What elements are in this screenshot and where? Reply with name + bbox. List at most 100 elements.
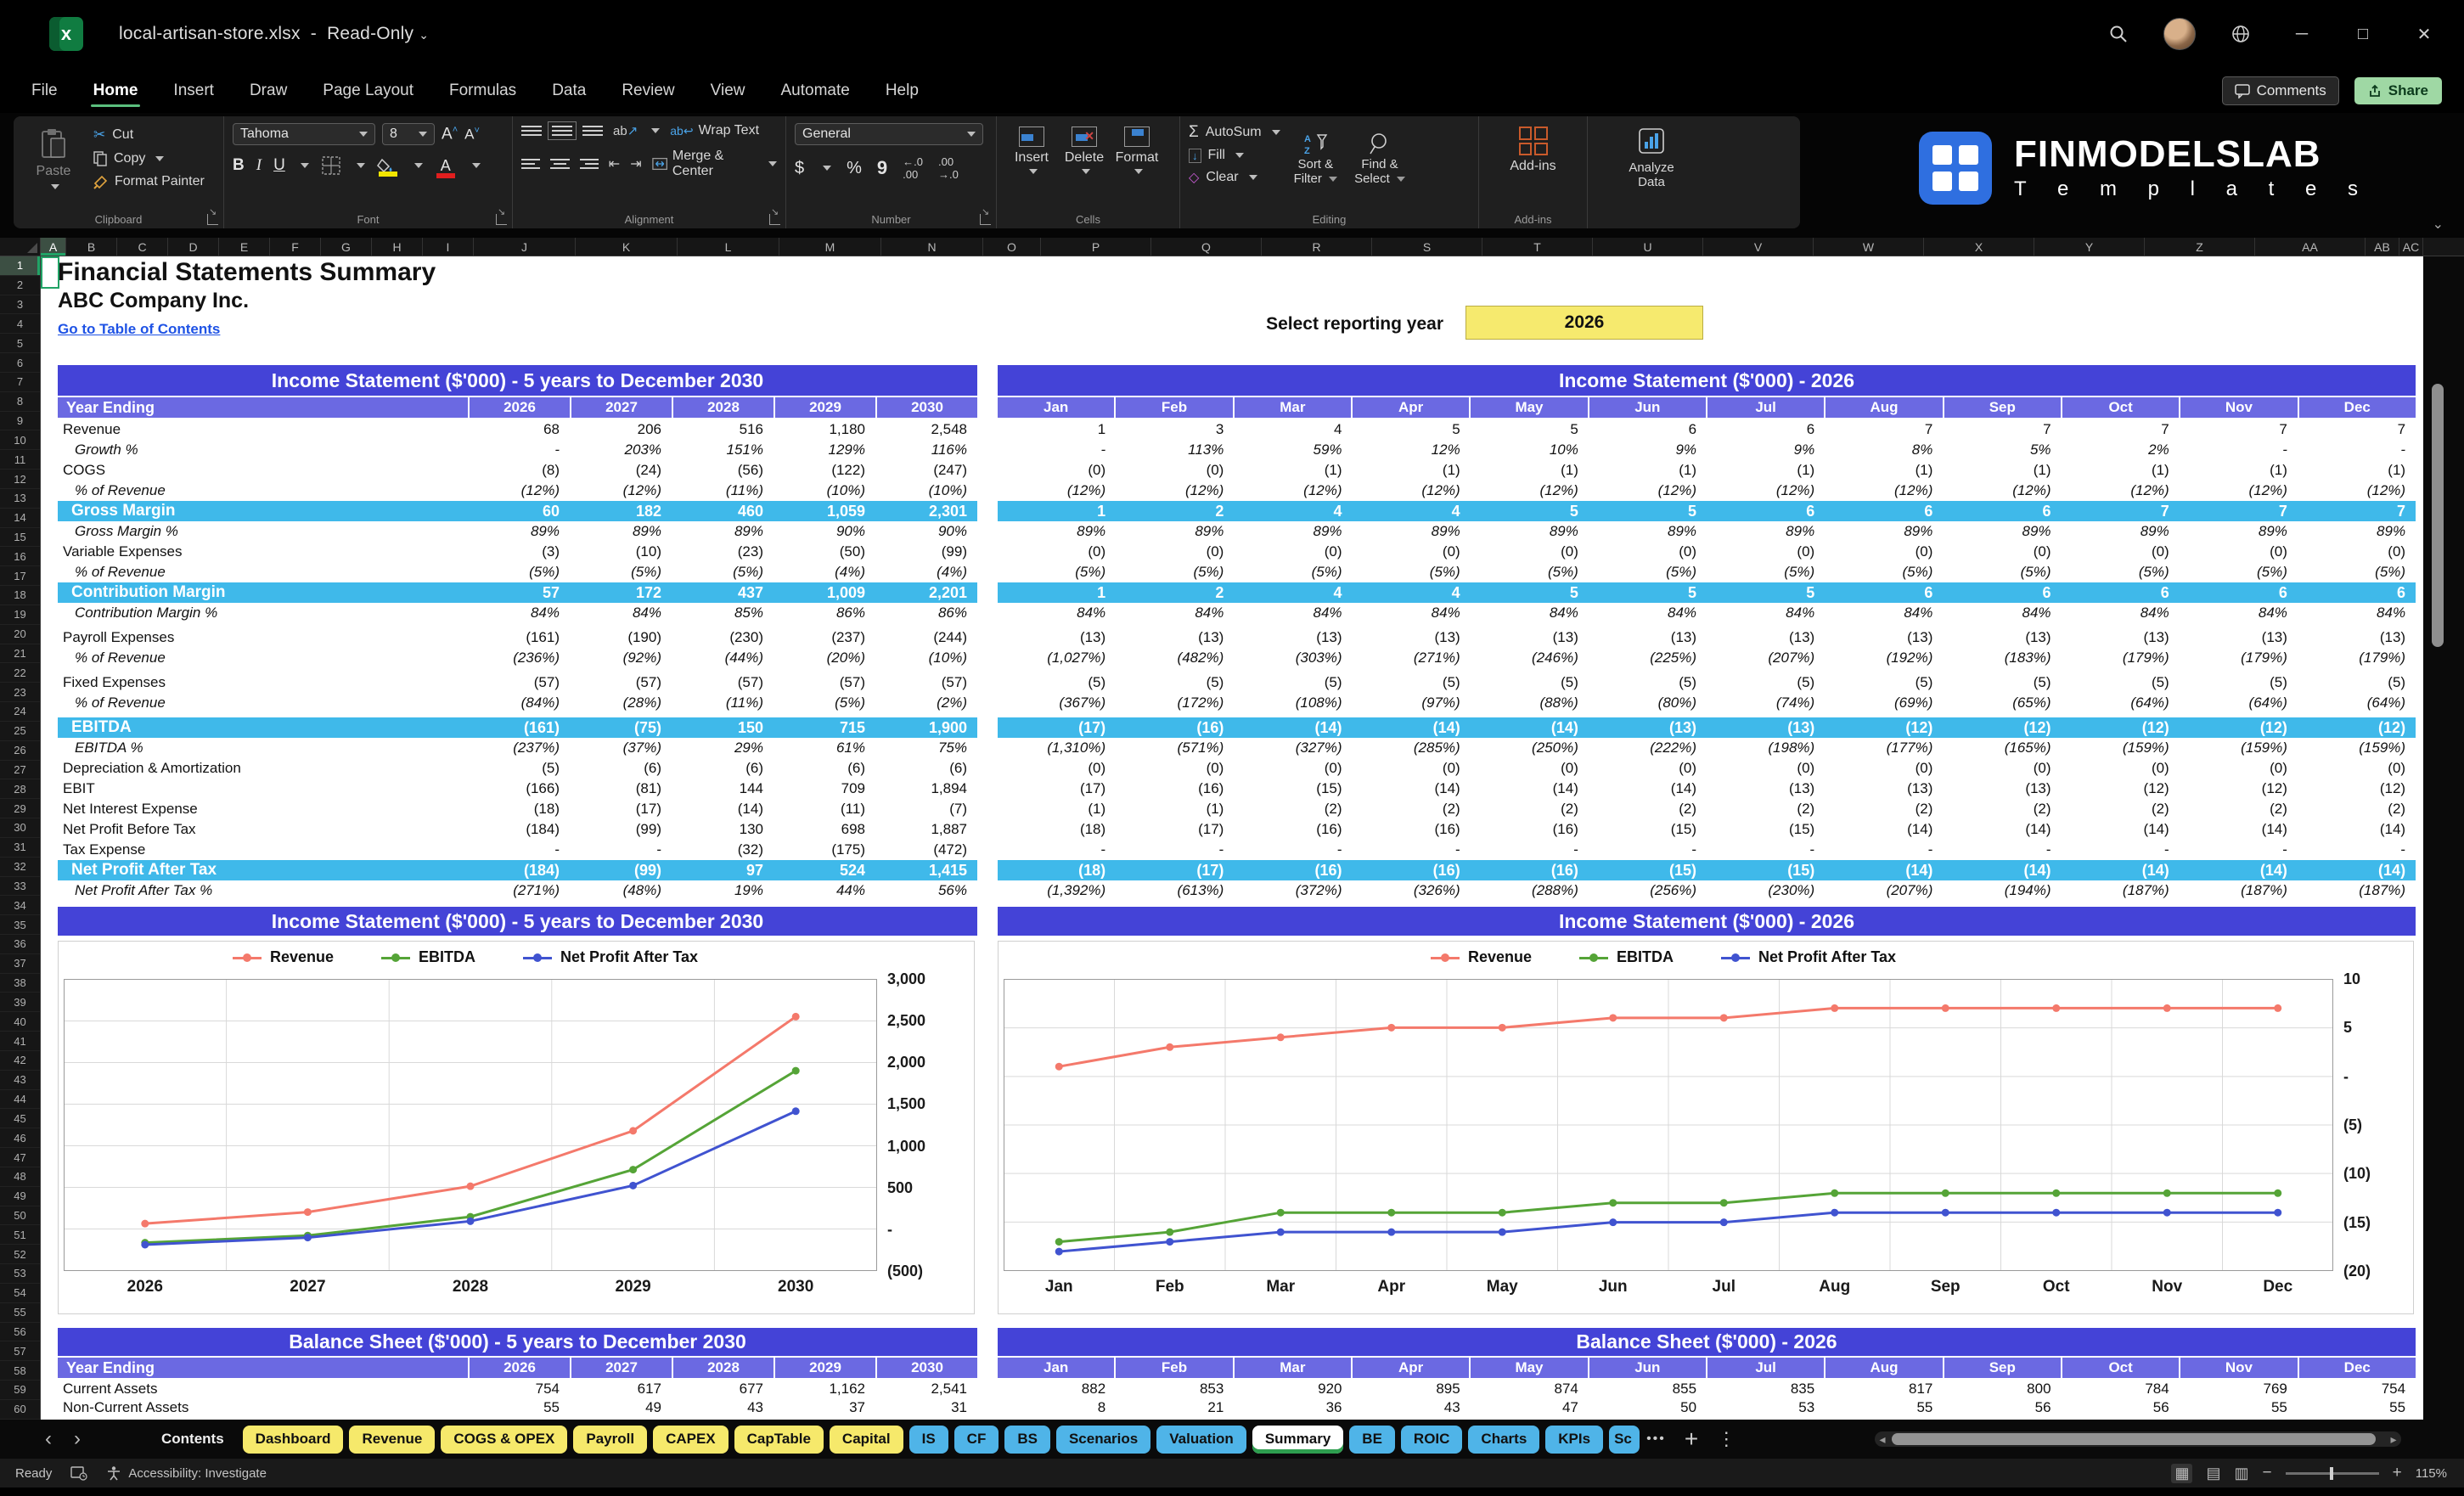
sheet-tab-captable[interactable]: CapTable bbox=[734, 1425, 824, 1454]
menu-tab-help[interactable]: Help bbox=[868, 73, 937, 109]
comma-style-button[interactable]: 9 bbox=[877, 157, 887, 179]
row-header-39[interactable]: 39 bbox=[0, 993, 40, 1013]
column-header-U[interactable]: U bbox=[1593, 238, 1703, 256]
column-header-J[interactable]: J bbox=[474, 238, 576, 256]
percent-style-button[interactable]: % bbox=[847, 159, 862, 178]
search-icon[interactable] bbox=[2102, 18, 2135, 50]
sheet-tab-dashboard[interactable]: Dashboard bbox=[242, 1425, 344, 1454]
column-header-K[interactable]: K bbox=[576, 238, 678, 256]
table-of-contents-link[interactable]: Go to Table of Contents bbox=[58, 321, 220, 338]
row-header-53[interactable]: 53 bbox=[0, 1264, 40, 1284]
row-header-21[interactable]: 21 bbox=[0, 644, 40, 664]
decrease-indent-button[interactable]: ⇤ bbox=[609, 155, 620, 172]
vertical-scrollbar-thumb[interactable] bbox=[2432, 384, 2444, 647]
zoom-level[interactable]: 115% bbox=[2416, 1466, 2447, 1481]
row-header-33[interactable]: 33 bbox=[0, 877, 40, 897]
sheet-tab-capex[interactable]: CAPEX bbox=[653, 1425, 729, 1454]
column-header-AC[interactable]: AC bbox=[2399, 238, 2423, 256]
sheet-tab-contents[interactable]: Contents bbox=[149, 1426, 237, 1454]
row-header-34[interactable]: 34 bbox=[0, 896, 40, 916]
menu-tab-draw[interactable]: Draw bbox=[232, 73, 305, 109]
row-header-2[interactable]: 2 bbox=[0, 276, 40, 295]
zoom-out-button[interactable]: − bbox=[2263, 1464, 2272, 1482]
row-header-31[interactable]: 31 bbox=[0, 838, 40, 858]
row-header-54[interactable]: 54 bbox=[0, 1284, 40, 1303]
fill-color-dropdown-icon[interactable] bbox=[413, 163, 423, 168]
sheet-options-button[interactable]: ⋮ bbox=[1717, 1428, 1735, 1450]
row-header-51[interactable]: 51 bbox=[0, 1225, 40, 1246]
column-header-Y[interactable]: Y bbox=[2034, 238, 2145, 256]
reporting-year-input[interactable]: 2026 bbox=[1465, 306, 1703, 340]
paste-button[interactable]: Paste bbox=[22, 123, 85, 189]
add-sheet-button[interactable]: + bbox=[1685, 1426, 1698, 1453]
row-header-36[interactable]: 36 bbox=[0, 935, 40, 954]
row-header-50[interactable]: 50 bbox=[0, 1206, 40, 1226]
column-header-T[interactable]: T bbox=[1482, 238, 1593, 256]
row-header-3[interactable]: 3 bbox=[0, 295, 40, 315]
column-header-F[interactable]: F bbox=[270, 238, 321, 256]
spreadsheet-grid[interactable]: Financial Statements Summary ABC Company… bbox=[41, 256, 2423, 1420]
sheet-tab-sc[interactable]: Sc bbox=[1609, 1425, 1640, 1454]
vertical-scrollbar[interactable] bbox=[2423, 256, 2464, 1420]
maximize-button[interactable]: □ bbox=[2347, 18, 2379, 50]
addins-button[interactable]: Add-ins bbox=[1488, 123, 1578, 174]
column-header-P[interactable]: P bbox=[1041, 238, 1151, 256]
share-button[interactable]: Share bbox=[2354, 76, 2442, 104]
column-header-N[interactable]: N bbox=[881, 238, 983, 256]
close-button[interactable]: ✕ bbox=[2408, 18, 2440, 50]
row-header-1[interactable]: 1 bbox=[0, 256, 40, 276]
normal-view-button[interactable]: ▦ bbox=[2171, 1463, 2193, 1483]
row-header-47[interactable]: 47 bbox=[0, 1148, 40, 1167]
menu-tab-formulas[interactable]: Formulas bbox=[431, 73, 534, 109]
row-header-11[interactable]: 11 bbox=[0, 450, 40, 470]
row-header-24[interactable]: 24 bbox=[0, 702, 40, 722]
column-header-C[interactable]: C bbox=[117, 238, 168, 256]
alignment-dialog-launcher[interactable] bbox=[769, 206, 780, 225]
sheet-tab-payroll[interactable]: Payroll bbox=[573, 1425, 648, 1454]
row-header-52[interactable]: 52 bbox=[0, 1245, 40, 1265]
accounting-format-button[interactable]: $ bbox=[795, 159, 804, 178]
row-header-37[interactable]: 37 bbox=[0, 954, 40, 974]
sheet-tab-be[interactable]: BE bbox=[1349, 1425, 1395, 1454]
decrease-decimal-button[interactable]: .00 →.0 bbox=[938, 155, 959, 181]
row-header-60[interactable]: 60 bbox=[0, 1400, 40, 1420]
row-header-43[interactable]: 43 bbox=[0, 1071, 40, 1090]
menu-tab-review[interactable]: Review bbox=[604, 73, 692, 109]
row-header-5[interactable]: 5 bbox=[0, 334, 40, 354]
row-header-59[interactable]: 59 bbox=[0, 1381, 40, 1400]
row-header-8[interactable]: 8 bbox=[0, 392, 40, 412]
row-header-28[interactable]: 28 bbox=[0, 779, 40, 800]
column-header-H[interactable]: H bbox=[372, 238, 423, 256]
row-header-38[interactable]: 38 bbox=[0, 974, 40, 993]
horizontal-scrollbar-thumb[interactable] bbox=[1892, 1433, 2376, 1445]
number-format-select[interactable]: General bbox=[795, 123, 983, 145]
row-header-44[interactable]: 44 bbox=[0, 1090, 40, 1110]
row-header-48[interactable]: 48 bbox=[0, 1167, 40, 1187]
analyze-data-button[interactable]: Analyze Data bbox=[1596, 123, 1707, 190]
autosum-button[interactable]: Σ AutoSum bbox=[1189, 123, 1280, 142]
page-break-view-button[interactable]: ▥ bbox=[2235, 1465, 2249, 1482]
macro-record-icon[interactable] bbox=[70, 1465, 87, 1481]
row-header-9[interactable]: 9 bbox=[0, 412, 40, 431]
align-bottom-button[interactable] bbox=[582, 126, 603, 136]
menu-tab-page-layout[interactable]: Page Layout bbox=[305, 73, 431, 109]
row-header-42[interactable]: 42 bbox=[0, 1051, 40, 1071]
align-top-button[interactable] bbox=[521, 126, 542, 136]
zoom-slider-handle[interactable] bbox=[2329, 1466, 2333, 1480]
format-painter-button[interactable]: Format Painter bbox=[93, 174, 205, 189]
row-header-4[interactable]: 4 bbox=[0, 314, 40, 335]
clear-button[interactable]: ◇ Clear bbox=[1189, 169, 1280, 186]
select-all-corner[interactable] bbox=[0, 238, 41, 256]
row-header-7[interactable]: 7 bbox=[0, 373, 40, 392]
cut-button[interactable]: ✂ Cut bbox=[93, 127, 205, 143]
column-header-S[interactable]: S bbox=[1372, 238, 1482, 256]
grow-font-button[interactable]: A˄ bbox=[442, 125, 458, 143]
borders-dropdown-icon[interactable] bbox=[356, 163, 365, 168]
accessibility-status[interactable]: Accessibility: Investigate bbox=[106, 1465, 267, 1481]
sheet-tab-roic[interactable]: ROIC bbox=[1400, 1425, 1463, 1454]
sheet-tab-scenarios[interactable]: Scenarios bbox=[1055, 1425, 1151, 1454]
comments-button[interactable]: Comments bbox=[2221, 76, 2339, 105]
column-header-A[interactable]: A bbox=[41, 238, 66, 256]
column-header-L[interactable]: L bbox=[678, 238, 779, 256]
increase-decimal-button[interactable]: ←.0.00 bbox=[903, 155, 923, 181]
